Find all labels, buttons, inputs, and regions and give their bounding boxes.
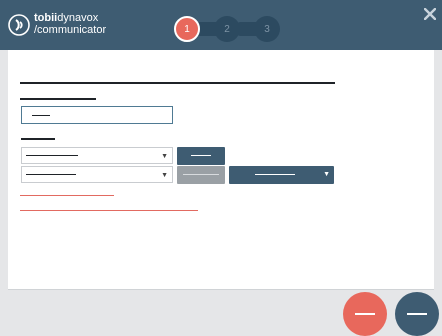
error-message <box>20 210 198 211</box>
close-icon[interactable] <box>424 8 436 20</box>
section-heading <box>20 82 335 84</box>
disabled-button-label <box>183 174 219 175</box>
dropdown-2[interactable]: ▼ <box>21 166 173 183</box>
step-3: 3 <box>254 16 280 42</box>
dropdown-3[interactable]: ▼ <box>229 166 334 184</box>
brand-bold: tobii <box>34 12 58 24</box>
text-field-value <box>32 115 50 116</box>
error-message <box>20 195 114 196</box>
next-button-label <box>407 313 427 315</box>
next-button[interactable] <box>395 292 439 336</box>
disabled-button <box>177 166 225 184</box>
dropdown-1[interactable]: ▼ <box>21 147 173 164</box>
step-1: 1 <box>174 16 200 42</box>
dropdown-3-value <box>255 174 295 175</box>
tobii-logo-icon <box>8 14 30 36</box>
brand-name: tobiidynavox /communicator <box>34 12 106 36</box>
chevron-down-icon: ▼ <box>323 171 330 178</box>
dropdown-2-value <box>26 174 76 175</box>
brand-line2: /communicator <box>34 24 107 36</box>
field-label <box>20 98 96 100</box>
brand-rest: dynavox <box>57 12 99 24</box>
step-2: 2 <box>214 16 240 42</box>
app-header: tobiidynavox /communicator 1 2 3 <box>0 0 442 50</box>
group-label <box>21 138 55 140</box>
primary-button[interactable] <box>177 147 225 165</box>
chevron-down-icon: ▼ <box>161 153 168 160</box>
step-indicator: 1 2 3 <box>170 14 286 44</box>
back-button[interactable] <box>343 292 387 336</box>
text-field[interactable] <box>21 106 173 124</box>
chevron-down-icon: ▼ <box>161 172 168 179</box>
dropdown-1-value <box>26 155 78 156</box>
primary-button-label <box>191 155 211 156</box>
back-button-label <box>355 313 375 315</box>
